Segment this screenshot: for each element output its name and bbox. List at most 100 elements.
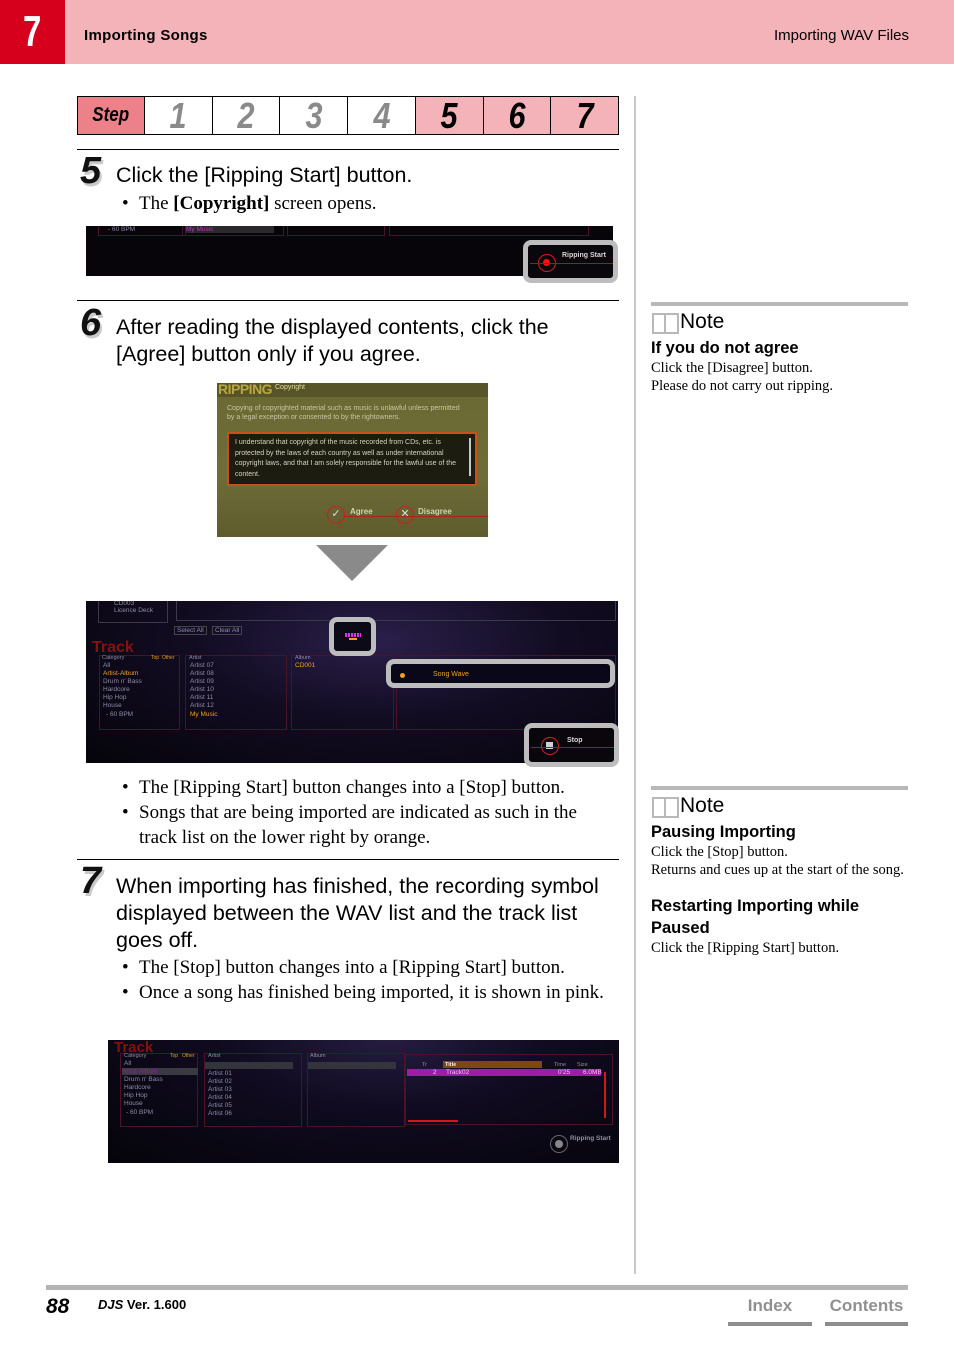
category-item[interactable]: Hardcore	[103, 686, 130, 693]
category-item[interactable]: Hip Hop	[124, 1092, 147, 1099]
book-icon	[651, 795, 679, 818]
artist-item[interactable]: Artist 06	[208, 1110, 232, 1117]
step-4[interactable]: 4	[347, 95, 415, 136]
bullet-list: The [Copyright] screen opens.	[122, 191, 618, 216]
page-number: 88	[46, 1295, 70, 1318]
bullet-item: Songs that are being imported are indica…	[122, 800, 618, 850]
artist-item[interactable]: Artist 05	[208, 1102, 232, 1109]
artist-item[interactable]: Artist 10	[190, 686, 214, 693]
step-1[interactable]: 1	[144, 95, 212, 136]
note-heading: If you do not agree	[651, 339, 799, 357]
recording-symbol-icon	[345, 633, 361, 637]
agree-check-icon[interactable]: ✓	[327, 506, 345, 524]
disagree-x-icon[interactable]: ✕	[396, 506, 414, 524]
note-title: Note	[680, 310, 725, 333]
step-instruction: After reading the displayed contents, cl…	[116, 315, 549, 366]
artist-item[interactable]: Artist 04	[208, 1094, 232, 1101]
step-instruction: When importing has finished, the recordi…	[116, 874, 599, 952]
version-label: DJS Ver. 1.600	[98, 1297, 187, 1312]
divider	[77, 149, 619, 150]
category-item[interactable]: All	[124, 1060, 131, 1067]
page-header: 7 Importing Songs Importing WAV Files	[0, 0, 954, 64]
artist-item[interactable]: Artist 07	[190, 662, 214, 669]
step-number: 5	[75, 150, 107, 197]
step-number: 6	[75, 302, 107, 349]
copyright-dialog: RIPPING Copyright Copying of copyrighted…	[217, 383, 488, 537]
category-item[interactable]: Hip Hop	[103, 694, 126, 701]
column-divider	[634, 96, 636, 1274]
section-title: Importing WAV Files	[773, 27, 909, 44]
book-icon	[651, 311, 679, 334]
stop-button[interactable]: Stop	[524, 723, 619, 767]
select-all-button[interactable]: Select All	[174, 626, 207, 635]
divider	[77, 300, 619, 301]
dialog-intro: Copying of copyrighted material such as …	[227, 405, 460, 421]
stop-icon	[541, 737, 559, 755]
disagree-button[interactable]: Disagree	[418, 507, 452, 516]
dialog-title: Copyright	[275, 384, 305, 391]
note-text: Click the [Ripping Start] button.	[651, 940, 840, 956]
chapter-number-badge: 7	[0, 0, 65, 64]
agree-button[interactable]: Agree	[350, 507, 373, 516]
artist-item[interactable]: Artist 09	[190, 678, 214, 685]
category-item: - 60 BPM	[108, 226, 136, 233]
copyright-text-box[interactable]: I understand that copyright of the music…	[227, 432, 477, 486]
scrollbar[interactable]	[469, 438, 471, 476]
category-item-selected[interactable]: Artist-Album	[103, 670, 138, 677]
footer-divider	[46, 1285, 908, 1290]
step-instruction: Click the [Ripping Start] button.	[116, 163, 413, 187]
clear-all-button[interactable]: Clear All	[212, 626, 243, 635]
ripping-start-button[interactable]	[550, 1135, 568, 1153]
step-progress-bar: Step 1 2 3 4 5 6 7	[77, 95, 619, 136]
note-text: Please do not carry out ripping.	[651, 378, 834, 394]
category-item[interactable]: - 60 BPM	[126, 1109, 153, 1116]
artist-item[interactable]: Artist 12	[190, 702, 214, 709]
category-item[interactable]: All	[103, 662, 110, 669]
bullet-item: Once a song has finished being imported,…	[122, 980, 618, 1005]
note-heading: Pausing Importing	[651, 823, 796, 841]
category-item[interactable]: Drum n' Bass	[124, 1076, 163, 1083]
album-item[interactable]: CD001	[295, 662, 315, 669]
category-item[interactable]: - 60 BPM	[106, 711, 133, 718]
note-heading: Restarting Importing while Paused	[651, 897, 860, 937]
note-box: Note Pausing Importing Click the [Stop] …	[651, 786, 908, 957]
step-number: 7	[75, 860, 107, 907]
vertical-scrollbar[interactable]	[604, 1072, 606, 1118]
artist-item[interactable]: Artist 08	[190, 670, 214, 677]
chapter-title: Importing Songs	[84, 27, 208, 44]
ripping-start-button[interactable]: Ripping Start	[523, 240, 618, 283]
category-item-selected[interactable]: Artist-Album	[122, 1068, 198, 1075]
ripping-logo: RIPPING	[218, 383, 273, 397]
bullet-item: The [Stop] button changes into a [Rippin…	[122, 955, 618, 980]
step-2[interactable]: 2	[211, 95, 280, 136]
category-item[interactable]: Drum n' Bass	[103, 678, 142, 685]
importing-track-row[interactable]: Song Wave	[386, 659, 615, 688]
note-text: Click the [Stop] button.	[651, 844, 788, 860]
bullet-item: The [Ripping Start] button changes into …	[122, 775, 618, 800]
artist-item: My Music	[186, 226, 274, 233]
artist-item[interactable]: Artist 01	[208, 1070, 232, 1077]
step-3[interactable]: 3	[279, 95, 348, 136]
index-link[interactable]: Index	[728, 1296, 812, 1326]
step-label: Step	[78, 97, 144, 134]
artist-item[interactable]: Artist 11	[190, 694, 213, 701]
horizontal-scrollbar[interactable]	[408, 1120, 458, 1122]
note-title: Note	[680, 794, 725, 817]
artist-item[interactable]: Artist 03	[208, 1086, 232, 1093]
note-box: Note If you do not agree Click the [Disa…	[651, 302, 908, 395]
bullet-list: The [Stop] button changes into a [Rippin…	[122, 955, 618, 1005]
category-item[interactable]: Hardcore	[124, 1084, 151, 1091]
contents-link[interactable]: Contents	[825, 1296, 908, 1326]
note-text: Click the [Disagree] button.	[651, 360, 813, 376]
down-arrow-icon	[316, 545, 388, 581]
category-item[interactable]: House	[124, 1100, 143, 1107]
note-text: Returns and cues up at the start of the …	[651, 862, 904, 878]
step-5[interactable]: 5	[414, 95, 483, 136]
divider	[77, 859, 619, 860]
artist-item[interactable]: Artist 02	[208, 1078, 232, 1085]
step-7[interactable]: 7	[550, 95, 619, 136]
artist-item-selected[interactable]: My Music	[190, 711, 217, 718]
step-6[interactable]: 6	[482, 95, 551, 136]
category-item[interactable]: House	[103, 702, 122, 709]
bullet-item: The [Copyright] screen opens.	[122, 191, 618, 216]
